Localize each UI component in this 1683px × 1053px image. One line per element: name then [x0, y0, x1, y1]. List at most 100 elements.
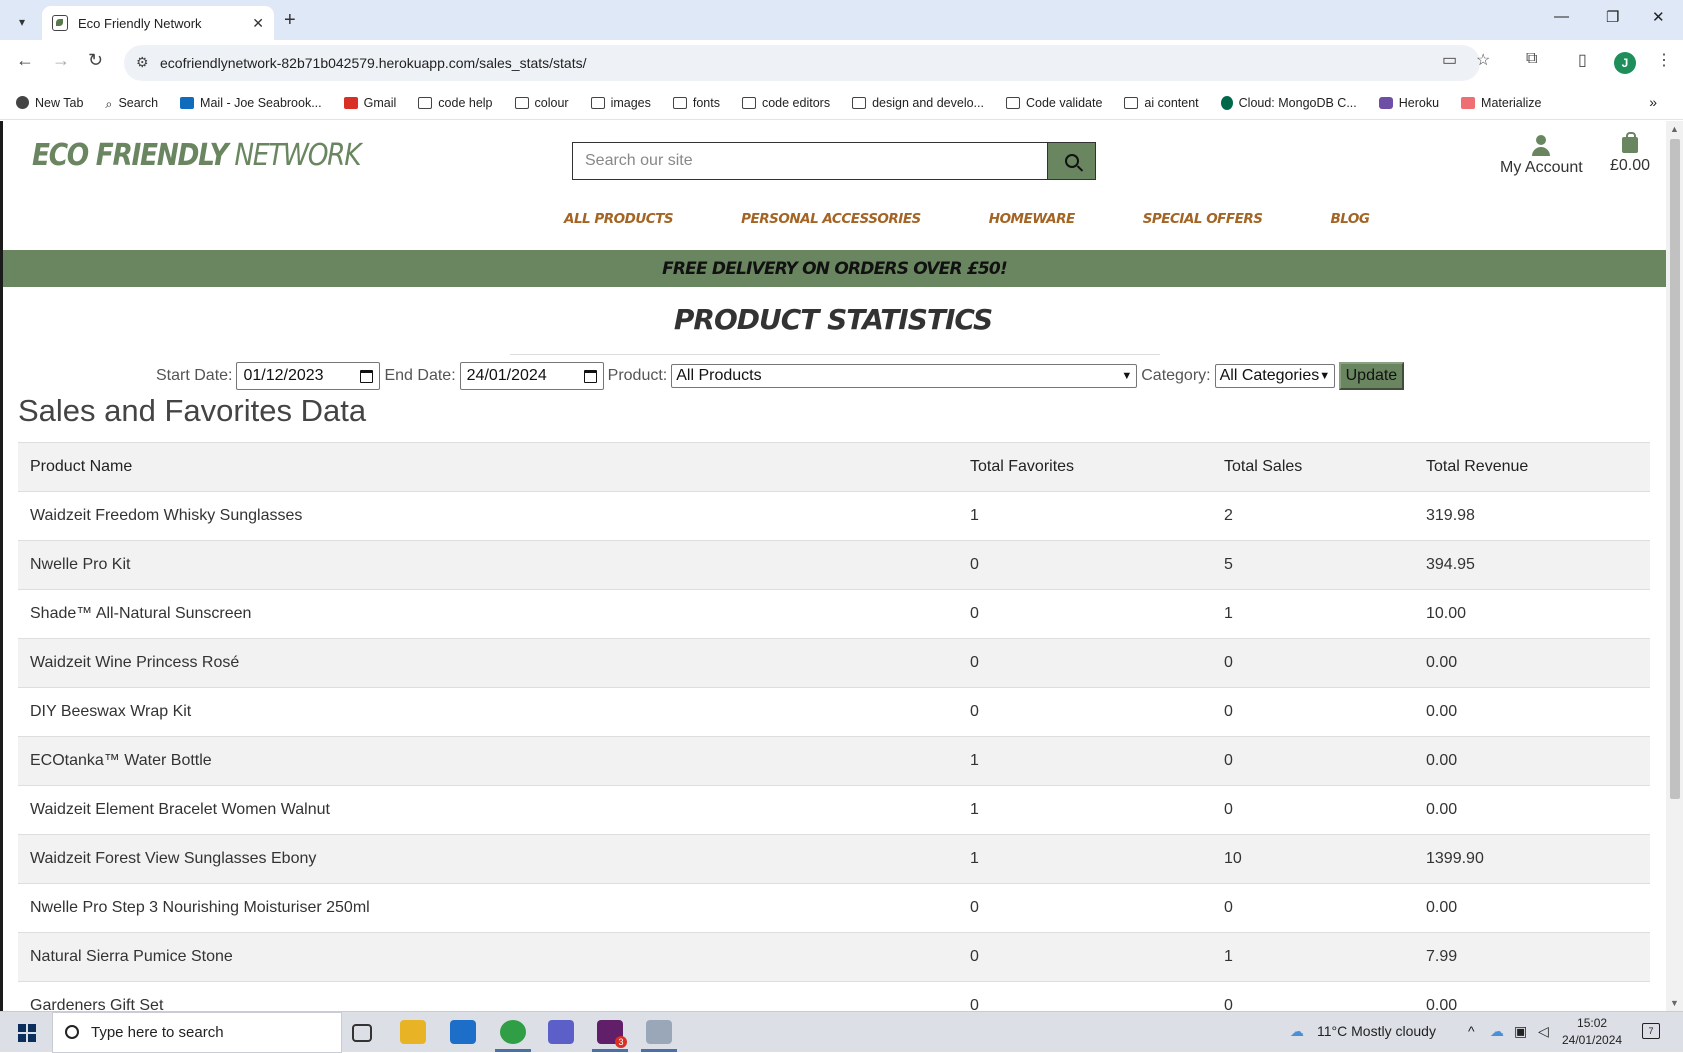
bookmark-folder[interactable]: ai content: [1124, 96, 1199, 110]
revenue-cell: 7.99: [1414, 932, 1650, 982]
address-bar[interactable]: ⚙ ecofriendlynetwork-82b71b042579.heroku…: [124, 45, 1480, 81]
revenue-cell: 0.00: [1414, 687, 1650, 737]
taskbar-search-box[interactable]: Type here to search: [52, 1012, 342, 1053]
notifications-icon[interactable]: 7: [1642, 1023, 1660, 1039]
bookmark-folder[interactable]: fonts: [672, 96, 720, 110]
sales-cell: 0: [1212, 981, 1414, 1011]
more-bookmarks-icon[interactable]: »: [1649, 94, 1657, 110]
nav-all-products[interactable]: ALL PRODUCTS: [564, 211, 674, 227]
bookmark-item[interactable]: ⌕ Search: [105, 96, 158, 111]
nav-special-offers[interactable]: SPECIAL OFFERS: [1143, 211, 1263, 227]
copilot-icon[interactable]: [548, 1020, 574, 1044]
tray-chevron-icon[interactable]: ^: [1468, 1023, 1475, 1039]
scroll-up-arrow-icon[interactable]: ▲: [1670, 124, 1679, 134]
sales-favorites-table: Product Name Total Favorites Total Sales…: [18, 442, 1650, 1011]
tab-close-icon[interactable]: ✕: [252, 15, 264, 32]
mail-app-icon[interactable]: [450, 1020, 476, 1044]
tab-search-chevron-icon[interactable]: ▾: [10, 10, 34, 34]
user-icon: [1531, 135, 1551, 157]
forward-arrow-icon[interactable]: →: [52, 50, 70, 71]
stats-filter-form: Start Date: 01/12/2023 End Date: 24/01/2…: [156, 362, 1405, 390]
weather-text[interactable]: 11°C Mostly cloudy: [1317, 1023, 1436, 1039]
category-select-value: All Categories: [1219, 367, 1320, 384]
profile-avatar[interactable]: J: [1614, 52, 1636, 74]
extensions-icon[interactable]: ⧉: [1526, 50, 1537, 68]
calendar-icon[interactable]: [583, 369, 597, 383]
scroll-down-arrow-icon[interactable]: ▼: [1670, 998, 1679, 1008]
windows-taskbar: Type here to search 3 ☁ 11°C Mostly clou…: [0, 1011, 1683, 1053]
restore-icon[interactable]: ❐: [1606, 8, 1619, 26]
task-view-icon[interactable]: [352, 1024, 372, 1042]
account-label: My Account: [1500, 159, 1583, 176]
back-arrow-icon[interactable]: ←: [16, 50, 34, 71]
chrome-taskbar-icon[interactable]: [500, 1020, 526, 1044]
slack-badge: 3: [615, 1036, 627, 1048]
bookmark-item[interactable]: Gmail: [343, 96, 396, 110]
materialize-icon: [1461, 96, 1476, 109]
bookmark-item[interactable]: Materialize: [1461, 96, 1541, 110]
site-search-input[interactable]: Search our site: [572, 142, 1048, 180]
bookmark-folder[interactable]: images: [590, 96, 651, 110]
site-search-button[interactable]: [1047, 142, 1096, 180]
gimp-icon[interactable]: [646, 1020, 672, 1044]
title-divider: [510, 354, 1160, 355]
nav-blog[interactable]: BLOG: [1330, 211, 1369, 227]
side-panel-icon[interactable]: ▯: [1578, 50, 1587, 70]
sales-cell: 10: [1212, 834, 1414, 884]
bookmark-star-icon[interactable]: ☆: [1476, 50, 1490, 70]
site-logo[interactable]: ECO FRIENDLY NETWORK: [32, 138, 362, 173]
my-account-link[interactable]: My Account: [1500, 135, 1583, 177]
product-label: Product:: [607, 367, 668, 384]
start-date-input[interactable]: 01/12/2023: [236, 362, 381, 390]
table-row: Waidzeit Freedom Whisky Sunglasses 1 2 319.…: [18, 491, 1650, 541]
page-scrollbar[interactable]: ▲ ▼: [1666, 121, 1683, 1011]
card-icon[interactable]: ▭: [1442, 50, 1457, 70]
favorites-cell: 0: [958, 932, 1212, 982]
table-row: ECOtanka™ Water Bottle 1 0 0.00: [18, 736, 1650, 786]
bookmark-item[interactable]: Cloud: MongoDB C...: [1220, 95, 1357, 110]
logo-bold-text: ECO FRIENDLY: [32, 138, 229, 173]
browser-tab[interactable]: Eco Friendly Network ✕: [42, 6, 274, 40]
bookmark-folder[interactable]: Code validate: [1005, 96, 1102, 110]
sales-cell: 0: [1212, 736, 1414, 786]
system-clock[interactable]: 15:02 24/01/2024: [1562, 1015, 1622, 1049]
bookmark-folder[interactable]: code help: [418, 96, 493, 110]
window-close-icon[interactable]: ✕: [1652, 8, 1665, 26]
new-tab-plus-icon[interactable]: +: [284, 9, 296, 32]
page-title: PRODUCT STATISTICS: [673, 303, 993, 336]
slack-icon[interactable]: 3: [597, 1020, 627, 1048]
reload-icon[interactable]: ↻: [88, 50, 103, 71]
product-name-cell: Gardeners Gift Set: [18, 981, 958, 1011]
revenue-cell: 0.00: [1414, 883, 1650, 933]
bookmark-folder[interactable]: design and develo...: [852, 96, 984, 110]
bookmark-item[interactable]: Mail - Joe Seabrook...: [180, 96, 322, 110]
bookmark-folder[interactable]: code editors: [741, 96, 830, 110]
bookmark-item[interactable]: New Tab: [16, 96, 83, 110]
end-date-input[interactable]: 24/01/2024: [459, 362, 604, 390]
volume-icon[interactable]: ◁: [1538, 1023, 1549, 1040]
scroll-thumb[interactable]: [1670, 139, 1680, 799]
chrome-icon: [16, 96, 29, 109]
column-header: Total Sales: [1212, 442, 1414, 492]
sales-cell: 0: [1212, 785, 1414, 835]
search-icon: [1064, 154, 1079, 168]
nav-personal-accessories[interactable]: PERSONAL ACCESSORIES: [741, 211, 921, 227]
nav-homeware[interactable]: HOMEWARE: [989, 211, 1075, 227]
bookmark-folder[interactable]: colour: [514, 96, 569, 110]
network-icon[interactable]: ▣: [1514, 1023, 1527, 1040]
table-body: Waidzeit Freedom Whisky Sunglasses 1 2 319.…: [18, 491, 1650, 1011]
site-info-icon[interactable]: ⚙: [136, 54, 149, 71]
minimize-icon[interactable]: —: [1554, 8, 1569, 25]
cloud-sync-icon[interactable]: ☁: [1490, 1023, 1504, 1040]
basket-link[interactable]: £0.00: [1610, 132, 1650, 175]
product-select[interactable]: All Products ▼: [671, 364, 1138, 388]
category-select[interactable]: All Categories ▼: [1214, 364, 1335, 388]
windows-start-icon[interactable]: [18, 1024, 36, 1042]
bookmark-item[interactable]: Heroku: [1378, 96, 1439, 110]
product-name-cell: Nwelle Pro Kit: [18, 540, 958, 590]
file-explorer-icon[interactable]: [400, 1020, 426, 1044]
browser-menu-icon[interactable]: ⋮: [1656, 50, 1672, 70]
update-button[interactable]: Update: [1338, 362, 1405, 390]
favorites-cell: 0: [958, 981, 1212, 1011]
calendar-icon[interactable]: [360, 369, 374, 383]
